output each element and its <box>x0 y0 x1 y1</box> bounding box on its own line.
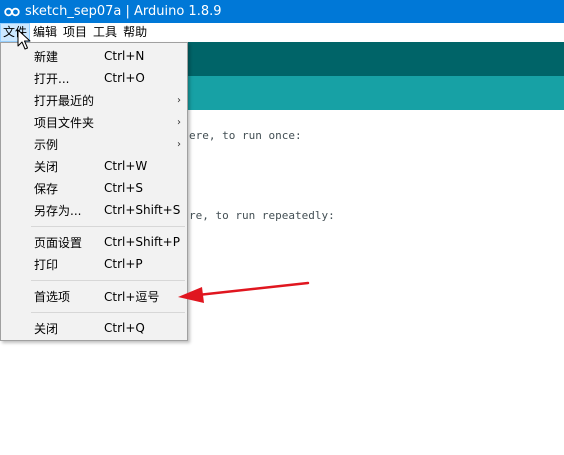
menu-item-print[interactable]: 打印 Ctrl+P <box>1 253 187 275</box>
menu-tools[interactable]: 工具 <box>90 23 120 42</box>
menu-separator <box>31 312 185 313</box>
menu-item-open-recent[interactable]: 打开最近的 › <box>1 89 187 111</box>
annotation-arrow-icon <box>178 281 310 303</box>
chevron-right-icon: › <box>177 116 181 128</box>
code-line: re, to run repeatedly: <box>189 209 335 222</box>
file-menu-dropdown: 新建 Ctrl+N 打开... Ctrl+O 打开最近的 › 项目文件夹 › 示… <box>0 42 188 341</box>
menu-item-save-as[interactable]: 另存为... Ctrl+Shift+S <box>1 199 187 221</box>
menu-item-open[interactable]: 打开... Ctrl+O <box>1 67 187 89</box>
menu-separator <box>31 226 185 227</box>
title-bar: sketch_sep07a | Arduino 1.8.9 <box>0 0 564 23</box>
menu-separator <box>31 280 185 281</box>
menu-item-save[interactable]: 保存 Ctrl+S <box>1 177 187 199</box>
mouse-pointer-icon <box>17 29 31 50</box>
code-line: ere, to run once: <box>189 129 302 142</box>
chevron-right-icon: › <box>177 94 181 106</box>
menu-item-close[interactable]: 关闭 Ctrl+W <box>1 155 187 177</box>
arduino-infinity-icon <box>4 4 20 20</box>
menu-item-page-setup[interactable]: 页面设置 Ctrl+Shift+P <box>1 231 187 253</box>
menu-item-quit[interactable]: 关闭 Ctrl+Q <box>1 317 187 339</box>
window-title: sketch_sep07a | Arduino 1.8.9 <box>25 4 222 19</box>
chevron-right-icon: › <box>177 138 181 150</box>
menu-item-sketchbook[interactable]: 项目文件夹 › <box>1 111 187 133</box>
menu-item-preferences[interactable]: 首选项 Ctrl+逗号 <box>1 285 187 307</box>
menu-item-examples[interactable]: 示例 › <box>1 133 187 155</box>
menu-edit[interactable]: 编辑 <box>30 23 60 42</box>
menu-sketch[interactable]: 项目 <box>60 23 90 42</box>
menu-help[interactable]: 帮助 <box>120 23 150 42</box>
menu-bar: 文件 编辑 项目 工具 帮助 <box>0 23 564 42</box>
